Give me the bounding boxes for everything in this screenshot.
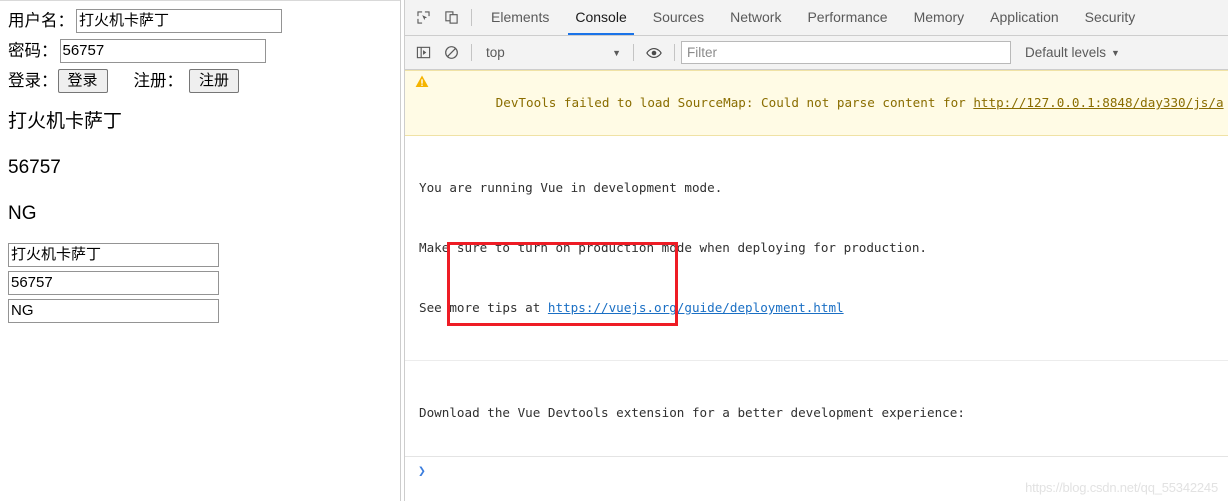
username-input[interactable] xyxy=(76,9,282,33)
vue-dev-line-1: You are running Vue in development mode. xyxy=(419,180,723,195)
log-levels-select[interactable]: Default levels ▼ xyxy=(1019,45,1120,60)
vue-dev-line-2: Make sure to turn on production mode whe… xyxy=(419,240,927,255)
execution-context-select[interactable]: top ▼ xyxy=(478,45,627,60)
password-label: 密码： xyxy=(8,42,58,60)
tab-memory[interactable]: Memory xyxy=(901,0,978,35)
bound-input-shuju[interactable] xyxy=(8,299,219,323)
username-label: 用户名： xyxy=(8,12,74,30)
inspect-element-icon[interactable] xyxy=(409,4,437,32)
action-row: 登录： 登录 注册： 注册 xyxy=(0,69,400,93)
register-label: 注册： xyxy=(133,72,184,90)
toolbar-separator-4 xyxy=(674,44,675,61)
tab-sources[interactable]: Sources xyxy=(640,0,717,35)
vue-deployment-link[interactable]: https://vuejs.org/guide/deployment.html xyxy=(548,300,844,315)
execution-context-value: top xyxy=(486,45,505,60)
chevron-down-icon: ▼ xyxy=(612,47,621,58)
tab-console[interactable]: Console xyxy=(562,0,639,35)
console-toolbar: top ▼ Default levels ▼ xyxy=(405,36,1228,70)
tab-elements[interactable]: Elements xyxy=(478,0,562,35)
bound-inputs-group xyxy=(0,243,400,323)
live-expression-eye-icon[interactable] xyxy=(640,39,668,67)
password-row: 密码： xyxy=(0,39,400,63)
output-password: 56757 xyxy=(8,157,61,178)
bound-input-username[interactable] xyxy=(8,243,219,267)
tab-security[interactable]: Security xyxy=(1072,0,1149,35)
console-sidebar-icon[interactable] xyxy=(409,39,437,67)
watermark-text: https://blog.csdn.net/qq_55342245 xyxy=(1025,480,1218,495)
warning-source-link[interactable]: http://127.0.0.1:8848/day330/js/a xyxy=(973,95,1223,110)
login-label: 登录： xyxy=(8,72,58,90)
chevron-down-icon-levels: ▼ xyxy=(1111,47,1120,58)
login-button[interactable]: 登录 xyxy=(57,69,108,93)
log-levels-label: Default levels xyxy=(1025,45,1107,60)
device-toolbar-icon[interactable] xyxy=(437,4,465,32)
vue-dev-mode-message: You are running Vue in development mode.… xyxy=(405,136,1228,361)
toolbar-separator-3 xyxy=(633,44,634,61)
browser-page-pane: 用户名： 密码： 登录： 登录 注册： 注册 打火机卡萨丁 56757 NG xyxy=(0,0,400,501)
warning-text: DevTools failed to load SourceMap: Could… xyxy=(495,95,974,110)
filter-input[interactable] xyxy=(681,41,1011,64)
prompt-caret-icon: ❯ xyxy=(418,464,426,479)
console-output[interactable]: DevTools failed to load SourceMap: Could… xyxy=(405,70,1228,456)
output-username: 打火机卡萨丁 xyxy=(8,111,123,132)
console-warning-message[interactable]: DevTools failed to load SourceMap: Could… xyxy=(405,70,1228,136)
tab-performance[interactable]: Performance xyxy=(794,0,900,35)
vue-devtools-message: Download the Vue Devtools extension for … xyxy=(405,361,1228,456)
register-button[interactable]: 注册 xyxy=(189,69,240,93)
username-row: 用户名： xyxy=(0,9,400,33)
toolbar-separator-2 xyxy=(471,44,472,61)
vue-devtools-line-1: Download the Vue Devtools extension for … xyxy=(419,405,965,420)
console-prompt[interactable]: ❯ https://blog.csdn.net/qq_55342245 xyxy=(405,456,1228,501)
vue-dev-line-3-prefix: See more tips at xyxy=(419,300,548,315)
vue-dev-line-3: See more tips at https://vuejs.org/guide… xyxy=(419,298,1228,318)
bound-input-password[interactable] xyxy=(8,271,219,295)
clear-console-icon[interactable] xyxy=(437,39,465,67)
tab-network[interactable]: Network xyxy=(717,0,794,35)
password-input[interactable] xyxy=(59,39,266,63)
toolbar-separator xyxy=(471,9,472,26)
devtools-panel: Elements Console Sources Network Perform… xyxy=(405,0,1228,501)
app-root: 用户名： 密码： 登录： 登录 注册： 注册 打火机卡萨丁 56757 NG xyxy=(0,0,1228,501)
register-button-wrap: 注册 xyxy=(189,69,240,93)
devtools-tabbar: Elements Console Sources Network Perform… xyxy=(405,0,1228,36)
output-shuju: NG xyxy=(8,203,37,224)
tab-application[interactable]: Application xyxy=(977,0,1072,35)
warning-triangle-icon xyxy=(415,75,429,87)
